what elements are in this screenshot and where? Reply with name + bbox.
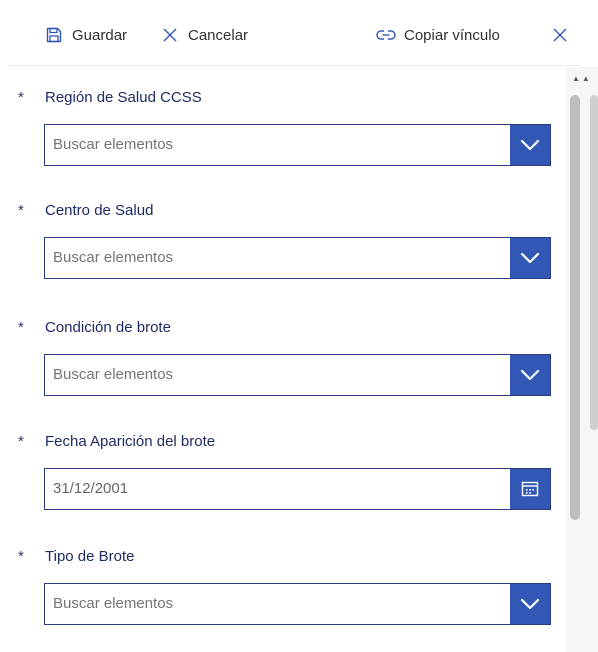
date-picker-button[interactable]: [510, 469, 550, 509]
scroll-up-arrow-icon[interactable]: ▲▲: [572, 74, 590, 84]
centro-salud-combobox[interactable]: Buscar elementos: [44, 237, 551, 279]
condicion-brote-combobox[interactable]: Buscar elementos: [44, 354, 551, 396]
calendar-icon: [521, 481, 539, 497]
tipo-brote-combobox[interactable]: Buscar elementos: [44, 583, 551, 625]
field-label: Tipo de Brote: [45, 548, 135, 565]
scrollbar-thumb-secondary[interactable]: [590, 95, 598, 430]
save-label: Guardar: [72, 26, 128, 44]
search-placeholder[interactable]: Buscar elementos: [53, 355, 173, 395]
save-button[interactable]: Guardar: [44, 24, 127, 46]
required-marker: *: [18, 319, 24, 336]
link-icon: [376, 25, 396, 45]
close-icon: [160, 25, 180, 45]
field-label: Centro de Salud: [45, 202, 154, 219]
field-label: Fecha Aparición del brote: [45, 433, 216, 450]
search-placeholder[interactable]: Buscar elementos: [53, 238, 173, 278]
search-placeholder[interactable]: Buscar elementos: [53, 125, 173, 165]
command-bar: Guardar Cancelar Copiar vínculo: [0, 0, 598, 66]
required-marker: *: [18, 202, 24, 219]
region-salud-combobox[interactable]: Buscar elementos: [44, 124, 551, 166]
dropdown-button[interactable]: [510, 584, 550, 624]
search-placeholder[interactable]: Buscar elementos: [53, 584, 173, 624]
field-label: Condición de brote: [45, 319, 171, 336]
copy-link-label: Copiar vínculo: [404, 26, 500, 44]
edit-form-panel: Guardar Cancelar Copiar vínculo ▲▲ * Reg…: [0, 0, 598, 652]
cancel-label: Cancelar: [188, 26, 249, 44]
copy-link-button[interactable]: Copiar vínculo: [376, 24, 500, 46]
dropdown-button[interactable]: [510, 355, 550, 395]
chevron-down-icon: [520, 139, 540, 151]
close-icon: [550, 25, 570, 45]
required-marker: *: [18, 433, 24, 450]
save-icon: [44, 25, 64, 45]
scrollbar-thumb[interactable]: [570, 95, 580, 520]
chevron-down-icon: [520, 598, 540, 610]
field-label: Región de Salud CCSS: [45, 89, 202, 106]
chevron-down-icon: [520, 369, 540, 381]
fecha-aparicion-date-input[interactable]: 31/12/2001: [44, 468, 551, 510]
chevron-down-icon: [520, 252, 540, 264]
close-button[interactable]: [550, 24, 578, 46]
date-value[interactable]: 31/12/2001: [53, 469, 128, 509]
required-marker: *: [18, 548, 24, 565]
cancel-button[interactable]: Cancelar: [160, 24, 248, 46]
required-marker: *: [18, 89, 24, 106]
dropdown-button[interactable]: [510, 238, 550, 278]
dropdown-button[interactable]: [510, 125, 550, 165]
